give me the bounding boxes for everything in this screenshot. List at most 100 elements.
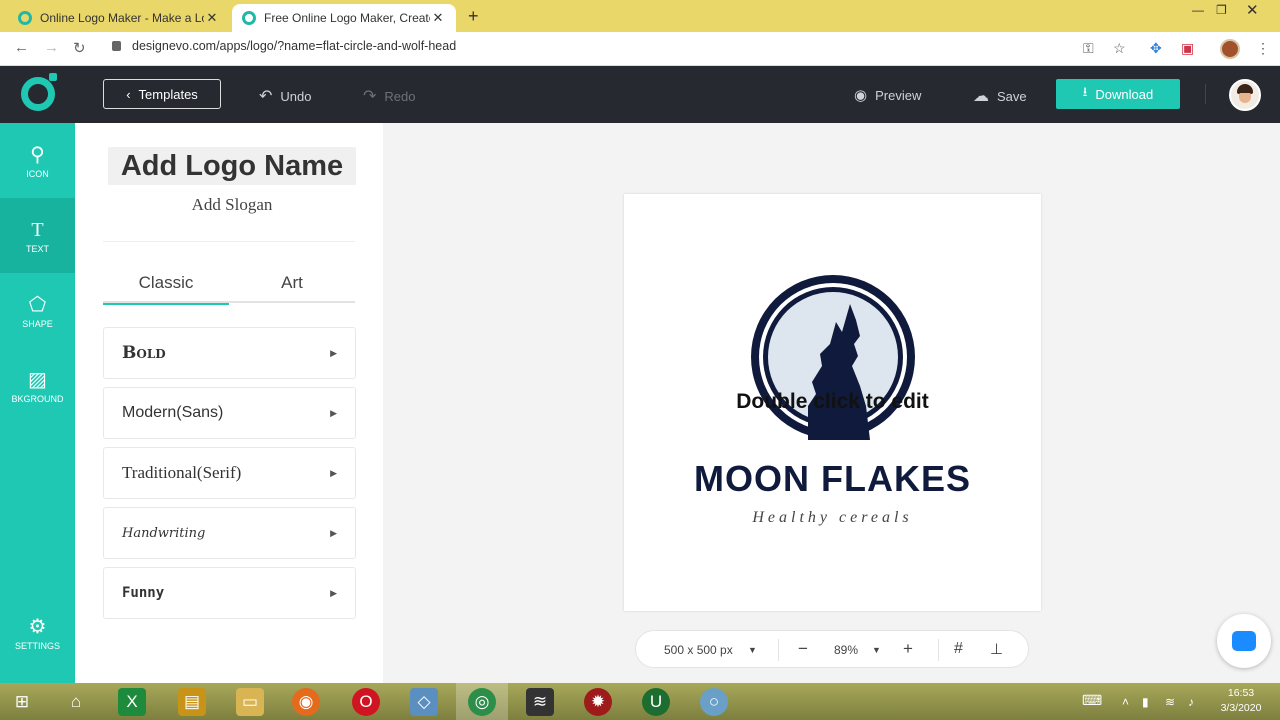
extension-icon[interactable]: ✥ bbox=[1150, 40, 1162, 57]
font-category-label: Bold bbox=[122, 343, 166, 363]
background-icon: ▨ bbox=[28, 368, 47, 391]
bookmark-star-icon[interactable]: ☆ bbox=[1113, 40, 1126, 57]
rail-item-label: TEXT bbox=[25, 243, 49, 254]
logo-canvas[interactable]: Double click to edit MOON FLAKES Healthy… bbox=[624, 194, 1041, 611]
restore-icon[interactable]: ❐ bbox=[1216, 3, 1227, 17]
game-app-icon[interactable]: ✹ bbox=[584, 688, 612, 716]
reload-icon[interactable]: ↻ bbox=[73, 39, 86, 57]
add-slogan-button[interactable]: Add Slogan bbox=[108, 195, 356, 215]
grid-icon[interactable]: # bbox=[954, 640, 963, 658]
rail-item-label: SHAPE bbox=[22, 318, 53, 329]
canvas-toolbar: 500 x 500 px ▼ − 89% ▼ + # ⊥ bbox=[635, 630, 1029, 668]
browser-tab[interactable]: Online Logo Maker - Make a Logo ✕ bbox=[8, 4, 230, 32]
divider bbox=[103, 241, 355, 242]
double-click-hint: Double click to edit bbox=[736, 390, 929, 413]
archive-icon[interactable]: ▤ bbox=[178, 688, 206, 716]
pocket-extension-icon[interactable]: ▣ bbox=[1181, 40, 1194, 57]
video-editor-icon[interactable]: ≋ bbox=[526, 688, 554, 716]
opera-icon[interactable]: O bbox=[352, 688, 380, 716]
notes-icon[interactable]: ◇ bbox=[410, 688, 438, 716]
logo-brand-name[interactable]: MOON FLAKES bbox=[624, 458, 1041, 500]
logo-slogan[interactable]: Healthy cereals bbox=[624, 509, 1041, 527]
browser-profile-avatar[interactable] bbox=[1220, 39, 1240, 59]
preview-button[interactable]: ◉ Preview bbox=[854, 86, 921, 104]
menu-dots-icon[interactable]: ⋮ bbox=[1256, 40, 1270, 57]
canvas-size-select[interactable]: 500 x 500 px bbox=[664, 643, 733, 657]
url-text: designevo.com/apps/logo/?name=flat-circl… bbox=[132, 39, 457, 53]
caret-down-icon[interactable]: ▼ bbox=[872, 645, 881, 655]
rail-item-shape[interactable]: ⬠ SHAPE bbox=[0, 273, 75, 348]
align-icon[interactable]: ⊥ bbox=[990, 640, 1003, 658]
header-divider bbox=[1205, 84, 1206, 104]
font-category-bold[interactable]: Bold ▶ bbox=[103, 327, 356, 379]
back-icon[interactable]: ← bbox=[14, 39, 29, 56]
user-avatar[interactable] bbox=[1229, 79, 1261, 111]
url-field[interactable]: designevo.com/apps/logo/?name=flat-circl… bbox=[112, 39, 456, 53]
moon-wolf-icon[interactable] bbox=[750, 274, 916, 440]
zoom-level-select[interactable]: 89% bbox=[834, 643, 858, 657]
text-icon: T bbox=[31, 218, 44, 241]
new-tab-icon[interactable]: + bbox=[468, 6, 479, 27]
add-logo-name-button[interactable]: Add Logo Name bbox=[108, 147, 356, 185]
font-category-traditional-serif[interactable]: Traditional(Serif) ▶ bbox=[103, 447, 356, 499]
font-category-funny[interactable]: Funny ▶ bbox=[103, 567, 356, 619]
clock-date: 3/3/2020 bbox=[1220, 702, 1262, 714]
tool-rail: ⚲ ICON T TEXT ⬠ SHAPE ▨ BKGROUND ⚙ SETTI… bbox=[0, 123, 75, 683]
redo-label: Redo bbox=[384, 88, 416, 104]
battery-icon[interactable]: ▮ bbox=[1142, 695, 1149, 709]
volume-icon[interactable]: ♪ bbox=[1188, 695, 1194, 709]
rail-item-label: ICON bbox=[26, 168, 49, 179]
windows-taskbar: ⊞ ⌂ X ▤ ▭ ◉ O ◇ ◎ ≋ ✹ U ○ ⌨ ˄ ▮ ≋ ♪ 16:5… bbox=[0, 683, 1280, 720]
download-button[interactable]: ⭳ Download bbox=[1056, 79, 1180, 109]
close-tab-icon[interactable]: ✕ bbox=[204, 10, 220, 26]
font-category-handwriting[interactable]: Handwriting ▶ bbox=[103, 507, 356, 559]
toolbar-divider bbox=[778, 639, 779, 661]
caret-right-icon: ▶ bbox=[330, 467, 337, 478]
browser-tab-strip: Online Logo Maker - Make a Logo ✕ Free O… bbox=[0, 0, 1280, 32]
windows-start-icon[interactable]: ⊞ bbox=[8, 688, 36, 716]
eye-icon: ◉ bbox=[854, 87, 868, 104]
tab-classic[interactable]: Classic bbox=[103, 273, 229, 305]
save-label: Save bbox=[997, 88, 1027, 104]
wifi-icon[interactable]: ≋ bbox=[1165, 695, 1175, 709]
templates-button[interactable]: ‹ Templates bbox=[103, 79, 221, 109]
loading-app-icon[interactable]: ○ bbox=[700, 688, 728, 716]
close-window-icon[interactable]: ✕ bbox=[1246, 1, 1259, 19]
key-icon[interactable]: ⚿ bbox=[1083, 40, 1094, 57]
tab-art[interactable]: Art bbox=[229, 273, 355, 293]
tray-chevron-icon[interactable]: ˄ bbox=[1122, 695, 1129, 709]
rail-item-text[interactable]: T TEXT bbox=[0, 198, 75, 273]
taskbar-clock[interactable]: 16:53 3/3/2020 bbox=[1218, 686, 1264, 716]
designevo-logo-icon[interactable] bbox=[21, 73, 57, 111]
zoom-out-icon[interactable]: − bbox=[798, 639, 808, 659]
save-button[interactable]: ☁ Save bbox=[973, 86, 1027, 106]
preview-label: Preview bbox=[875, 87, 922, 103]
rail-item-settings[interactable]: ⚙ SETTINGS bbox=[0, 595, 75, 670]
forward-icon[interactable]: → bbox=[44, 39, 59, 56]
rail-item-background[interactable]: ▨ BKGROUND bbox=[0, 348, 75, 423]
chrome-icon[interactable]: ◎ bbox=[468, 688, 496, 716]
u-app-icon[interactable]: U bbox=[642, 688, 670, 716]
templates-label: Templates bbox=[138, 86, 198, 102]
chat-bubble-icon bbox=[1232, 631, 1256, 651]
zoom-in-icon[interactable]: + bbox=[903, 639, 913, 659]
caret-down-icon[interactable]: ▼ bbox=[748, 645, 757, 655]
excel-icon[interactable]: X bbox=[118, 688, 146, 716]
font-category-label: Modern(Sans) bbox=[122, 404, 224, 421]
chat-support-button[interactable] bbox=[1217, 614, 1271, 668]
rail-item-icon[interactable]: ⚲ ICON bbox=[0, 123, 75, 198]
keyboard-icon[interactable]: ⌨ bbox=[1082, 692, 1102, 709]
font-category-modern-sans[interactable]: Modern(Sans) ▶ bbox=[103, 387, 356, 439]
undo-button[interactable]: ↶ Undo bbox=[259, 86, 311, 106]
font-style-tabs: Classic Art bbox=[103, 269, 355, 305]
browser-tab-active[interactable]: Free Online Logo Maker, Create C ✕ bbox=[232, 4, 456, 32]
app-header: ‹ Templates ↶ Undo ↷ Redo ◉ Preview ☁ Sa… bbox=[0, 66, 1280, 123]
minimize-icon[interactable]: — bbox=[1192, 3, 1204, 17]
file-explorer-icon[interactable]: ▭ bbox=[236, 688, 264, 716]
cloud-upload-icon: ☁ bbox=[973, 88, 989, 105]
close-tab-icon[interactable]: ✕ bbox=[430, 10, 446, 26]
firefox-icon[interactable]: ◉ bbox=[292, 688, 320, 716]
home-icon[interactable]: ⌂ bbox=[62, 688, 90, 716]
redo-button[interactable]: ↷ Redo bbox=[363, 86, 415, 106]
download-icon: ⭳ bbox=[1082, 84, 1088, 99]
